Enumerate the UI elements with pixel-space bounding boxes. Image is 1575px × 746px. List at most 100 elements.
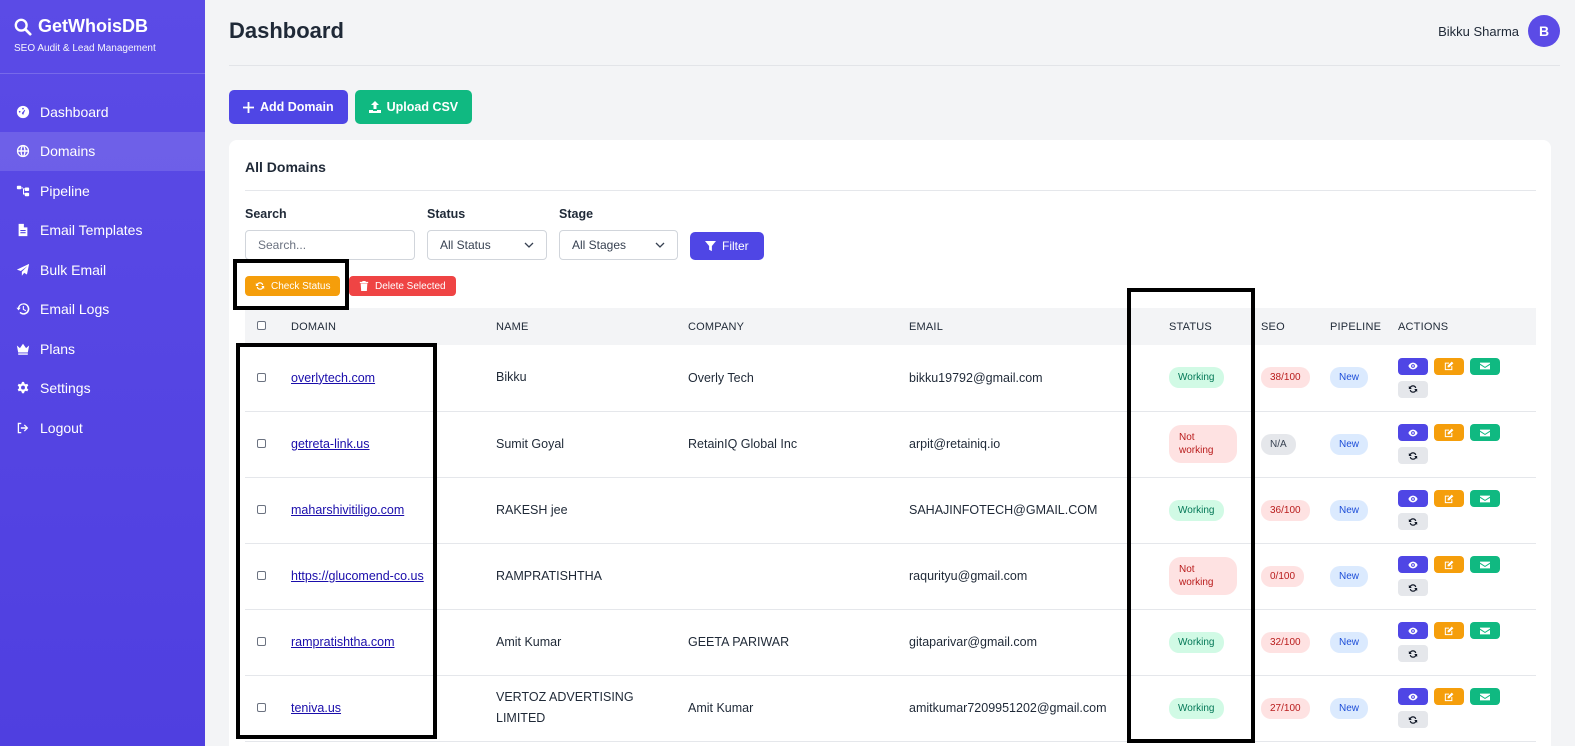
sidebar-item-label: Bulk Email (40, 261, 107, 278)
domain-link[interactable]: maharshivitiligo.com (291, 503, 404, 517)
edit-icon (1444, 560, 1454, 570)
add-domain-label: Add Domain (260, 100, 334, 114)
edit-button[interactable] (1434, 490, 1464, 507)
sidebar-item-bulk-email[interactable]: Bulk Email (0, 250, 205, 290)
eye-icon (1408, 428, 1418, 438)
sidebar-item-domains[interactable]: Domains (0, 131, 205, 171)
row-checkbox[interactable] (257, 372, 266, 382)
envelope-icon (1480, 560, 1490, 570)
refresh-icon (1408, 384, 1418, 394)
refresh-status-button[interactable] (1398, 645, 1428, 662)
filter-icon (705, 240, 716, 251)
table-row: maharshivitiligo.com RAKESH jee SAHAJINFOT… (245, 477, 1536, 543)
sidebar-item-settings[interactable]: Settings (0, 369, 205, 409)
refresh-status-button[interactable] (1398, 380, 1428, 398)
email-address: gitaparivar@gmail.com (909, 635, 1038, 649)
view-button[interactable] (1398, 622, 1428, 639)
refresh-status-button[interactable] (1398, 447, 1428, 464)
domain-link[interactable]: teniva.us (291, 701, 341, 715)
domain-link[interactable]: overlytech.com (291, 371, 375, 385)
select-all-checkbox[interactable] (257, 320, 266, 330)
row-checkbox[interactable] (257, 637, 266, 646)
email-address: amitkumar7209951202@gmail.com (909, 701, 1107, 715)
table-row: https://glucomend-co.us RAMPRATISHTHA raqu… (245, 543, 1536, 609)
row-checkbox[interactable] (257, 439, 266, 448)
sidebar-item-email-templates[interactable]: Email Templates (0, 211, 205, 251)
email-button[interactable] (1470, 490, 1500, 507)
edit-button[interactable] (1434, 556, 1464, 573)
refresh-status-button[interactable] (1398, 513, 1428, 530)
view-button[interactable] (1398, 688, 1428, 705)
view-button[interactable] (1398, 357, 1428, 375)
col-email[interactable]: EMAIL (909, 308, 1169, 345)
sidebar-item-plans[interactable]: Plans (0, 329, 205, 369)
status-badge: Working (1169, 499, 1224, 521)
domain-link[interactable]: getreta-link.us (291, 437, 370, 451)
status-select[interactable]: All Status (427, 230, 547, 260)
delete-selected-button[interactable]: Delete Selected (349, 276, 456, 296)
email-button[interactable] (1470, 556, 1500, 573)
card-title: All Domains (245, 159, 326, 175)
row-checkbox[interactable] (257, 505, 266, 514)
col-name[interactable]: NAME (496, 308, 688, 345)
table-row: teniva.us VERTOZ ADVERTISING LIMITED Amit … (245, 675, 1536, 741)
user-menu[interactable]: Bikku Sharma B (1438, 15, 1560, 47)
status-badge: Working (1169, 367, 1224, 389)
email-button[interactable] (1470, 622, 1500, 639)
sidebar-item-dashboard[interactable]: Dashboard (0, 92, 205, 132)
history-icon (16, 302, 30, 316)
view-button[interactable] (1398, 424, 1428, 441)
search-input[interactable] (245, 230, 415, 260)
edit-button[interactable] (1434, 688, 1464, 705)
sidebar-item-pipeline[interactable]: Pipeline (0, 171, 205, 211)
sidebar-item-logout[interactable]: Logout (0, 408, 205, 448)
col-pipeline[interactable]: PIPELINE (1330, 308, 1398, 345)
gauge-icon (16, 105, 30, 119)
view-button[interactable] (1398, 490, 1428, 507)
col-domain[interactable]: DOMAIN (291, 308, 496, 345)
topbar: Dashboard Bikku Sharma B (229, 0, 1560, 66)
search-icon (14, 18, 32, 36)
upload-csv-button[interactable]: Upload CSV (354, 90, 473, 124)
email-button[interactable] (1470, 357, 1500, 375)
pipeline-badge: New (1330, 367, 1369, 389)
pipeline-badge: New (1330, 631, 1369, 653)
edit-icon (1444, 428, 1454, 438)
delete-selected-label: Delete Selected (375, 280, 446, 292)
sidebar-item-email-logs[interactable]: Email Logs (0, 290, 205, 330)
email-address: raqurityu@gmail.com (909, 569, 1028, 583)
view-button[interactable] (1398, 556, 1428, 573)
email-button[interactable] (1470, 688, 1500, 705)
edit-button[interactable] (1434, 357, 1464, 375)
refresh-icon (255, 282, 265, 290)
stage-select[interactable]: All Stages (559, 230, 678, 260)
col-company[interactable]: COMPANY (688, 308, 909, 345)
col-seo[interactable]: SEO (1261, 308, 1330, 345)
table-row: getreta-link.us Sumit Goyal RetainIQ Globa… (245, 411, 1536, 477)
row-checkbox[interactable] (257, 571, 266, 580)
add-domain-button[interactable]: Add Domain (229, 90, 348, 124)
domain-link[interactable]: rampratishtha.com (291, 635, 395, 649)
avatar[interactable]: B (1528, 15, 1560, 47)
edit-button[interactable] (1434, 622, 1464, 639)
refresh-status-button[interactable] (1398, 711, 1428, 728)
refresh-status-button[interactable] (1398, 579, 1428, 596)
brand-title[interactable]: GetWhoisDB (14, 16, 191, 37)
status-badge: Not working (1169, 557, 1237, 595)
refresh-icon (1408, 451, 1418, 461)
status-label: Status (427, 207, 466, 221)
company-name: Overly Tech (688, 370, 754, 385)
sidebar-item-label: Logout (40, 419, 83, 436)
seo-score-badge: 32/100 (1261, 631, 1310, 653)
gear-icon (16, 381, 30, 395)
filter-button[interactable]: Filter (690, 232, 764, 260)
contact-name: RAMPRATISHTHA (496, 568, 603, 583)
pipeline-badge: New (1330, 499, 1369, 521)
row-checkbox[interactable] (257, 703, 266, 712)
email-button[interactable] (1470, 424, 1500, 441)
file-icon (16, 223, 30, 237)
domain-link[interactable]: https://glucomend-co.us (291, 569, 424, 583)
col-status[interactable]: STATUS (1169, 308, 1261, 345)
check-status-button[interactable]: Check Status (245, 276, 341, 296)
edit-button[interactable] (1434, 424, 1464, 441)
